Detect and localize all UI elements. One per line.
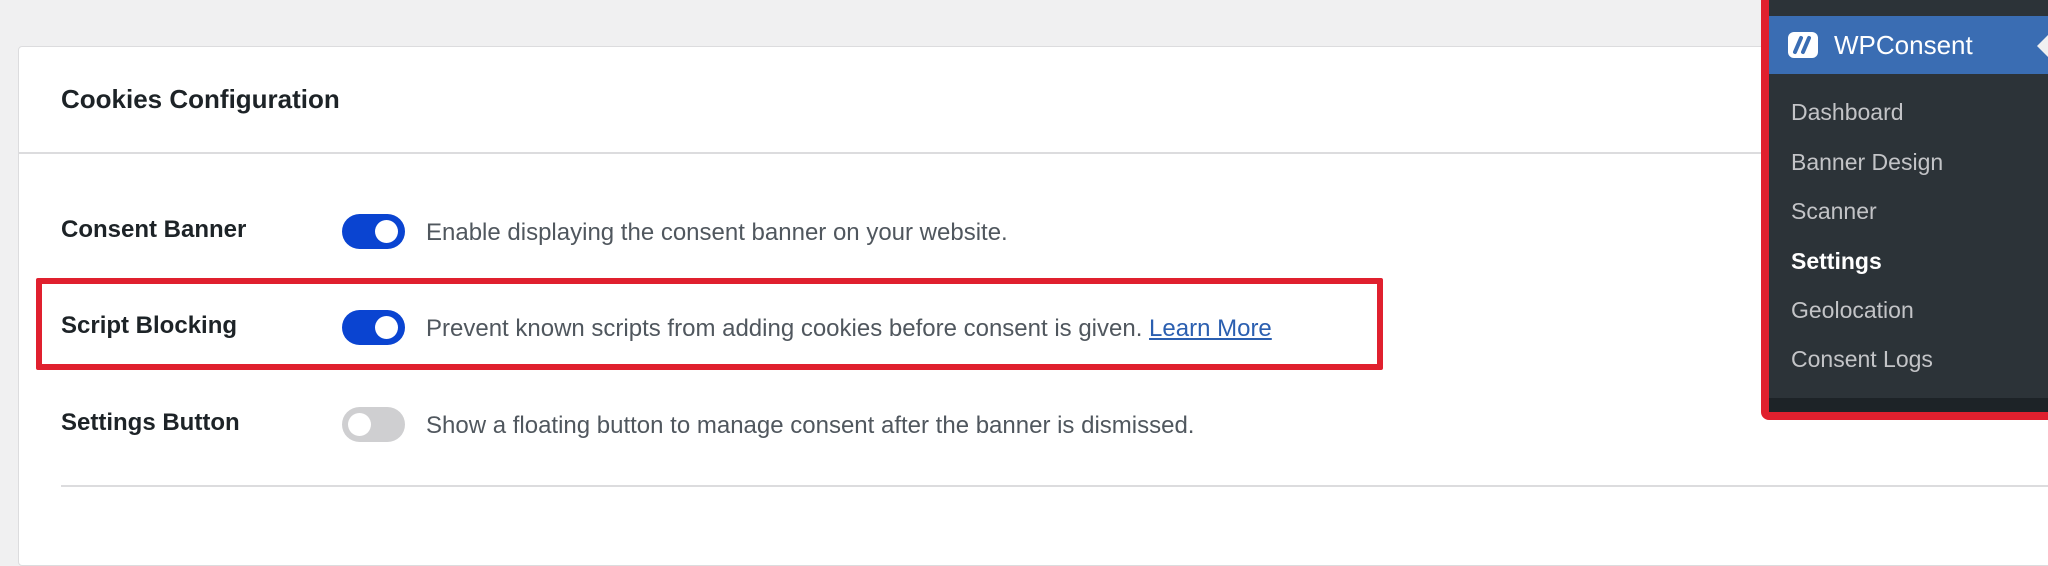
script-blocking-description: Prevent known scripts from adding cookie… xyxy=(426,315,1143,342)
sidebar-item-dashboard[interactable]: Dashboard xyxy=(1791,99,1904,126)
card-title: Cookies Configuration xyxy=(61,84,340,114)
sidebar-header[interactable]: WPConsent xyxy=(1769,16,2048,74)
sidebar-item-consent-logs[interactable]: Consent Logs xyxy=(1791,346,1933,373)
wpconsent-logo-icon xyxy=(1786,30,1820,60)
sidebar-submenu: Dashboard Banner Design Scanner Settings… xyxy=(1769,74,2048,398)
settings-button-description: Show a floating button to manage consent… xyxy=(426,412,1195,439)
sidebar-item-settings[interactable]: Settings xyxy=(1791,248,1882,275)
toggle-knob xyxy=(348,413,371,436)
current-menu-arrow-icon xyxy=(2037,35,2048,57)
consent-banner-label: Consent Banner xyxy=(61,216,247,243)
script-blocking-toggle[interactable] xyxy=(342,310,405,345)
settings-button-label: Settings Button xyxy=(61,409,240,436)
toggle-knob xyxy=(375,316,398,339)
sidebar-title: WPConsent xyxy=(1834,29,1973,60)
sidebar-item-scanner[interactable]: Scanner xyxy=(1791,198,1877,225)
script-blocking-description-row: Prevent known scripts from adding cookie… xyxy=(426,315,1272,343)
consent-banner-toggle[interactable] xyxy=(342,214,405,249)
sidebar-top-strip xyxy=(1769,0,2048,16)
learn-more-link[interactable]: Learn More xyxy=(1149,315,1272,342)
sidebar-item-geolocation[interactable]: Geolocation xyxy=(1791,297,1914,324)
sidebar-item-banner-design[interactable]: Banner Design xyxy=(1791,149,1943,176)
section-divider xyxy=(61,485,2048,487)
settings-button-toggle[interactable] xyxy=(342,407,405,442)
script-blocking-label: Script Blocking xyxy=(61,312,238,339)
toggle-knob xyxy=(375,220,398,243)
consent-banner-description: Enable displaying the consent banner on … xyxy=(426,219,1008,246)
header-divider xyxy=(19,152,2048,154)
